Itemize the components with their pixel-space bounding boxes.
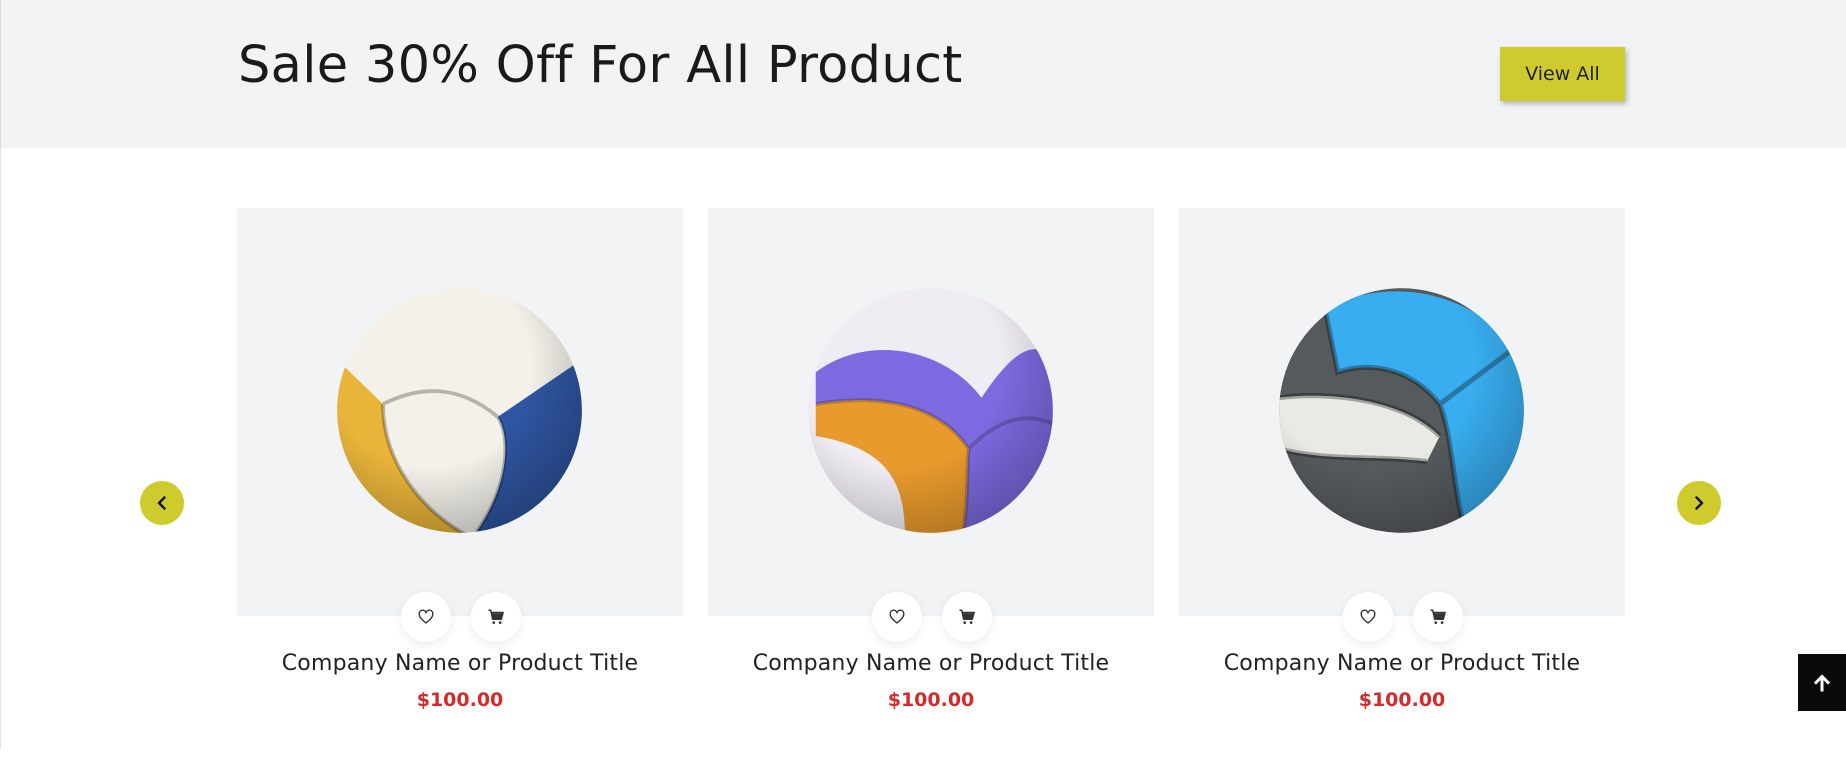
wishlist-button[interactable]	[872, 592, 922, 642]
cart-icon	[959, 609, 975, 624]
scroll-to-top-button[interactable]	[1798, 654, 1846, 711]
cart-icon	[1430, 609, 1446, 624]
arrow-up-icon	[1813, 673, 1831, 691]
product-card[interactable]: Company Name or Product Title $100.00	[1179, 208, 1625, 718]
content-divider	[0, 148, 1, 748]
volleyball-image	[808, 288, 1053, 533]
product-image-area[interactable]	[708, 208, 1154, 642]
heart-icon	[889, 609, 905, 624]
carousel-prev-button[interactable]	[140, 481, 184, 525]
product-title[interactable]: Company Name or Product Title	[1179, 651, 1625, 676]
product-card[interactable]: Company Name or Product Title $100.00	[708, 208, 1154, 718]
heart-icon	[418, 609, 434, 624]
product-price: $100.00	[416, 689, 504, 711]
product-price: $100.00	[1358, 689, 1446, 711]
product-title[interactable]: Company Name or Product Title	[708, 651, 1154, 676]
product-image-area[interactable]	[1179, 208, 1625, 642]
product-card[interactable]: Company Name or Product Title $100.00	[237, 208, 683, 718]
carousel-next-button[interactable]	[1677, 481, 1721, 525]
add-to-cart-button[interactable]	[471, 592, 521, 642]
volleyball-image	[337, 288, 582, 533]
heart-icon	[1360, 609, 1376, 624]
volleyball-image	[1279, 288, 1524, 533]
product-title[interactable]: Company Name or Product Title	[237, 651, 683, 676]
sale-banner: Sale 30% Off For All Product View All	[0, 0, 1846, 148]
banner-title: Sale 30% Off For All Product	[238, 36, 963, 95]
cart-icon	[488, 609, 504, 624]
chevron-left-icon	[157, 496, 166, 510]
view-all-button[interactable]: View All	[1500, 47, 1625, 101]
wishlist-button[interactable]	[401, 592, 451, 642]
chevron-right-icon	[1695, 496, 1704, 510]
product-price: $100.00	[887, 689, 975, 711]
wishlist-button[interactable]	[1343, 592, 1393, 642]
product-image-area[interactable]	[237, 208, 683, 642]
add-to-cart-button[interactable]	[942, 592, 992, 642]
add-to-cart-button[interactable]	[1413, 592, 1463, 642]
